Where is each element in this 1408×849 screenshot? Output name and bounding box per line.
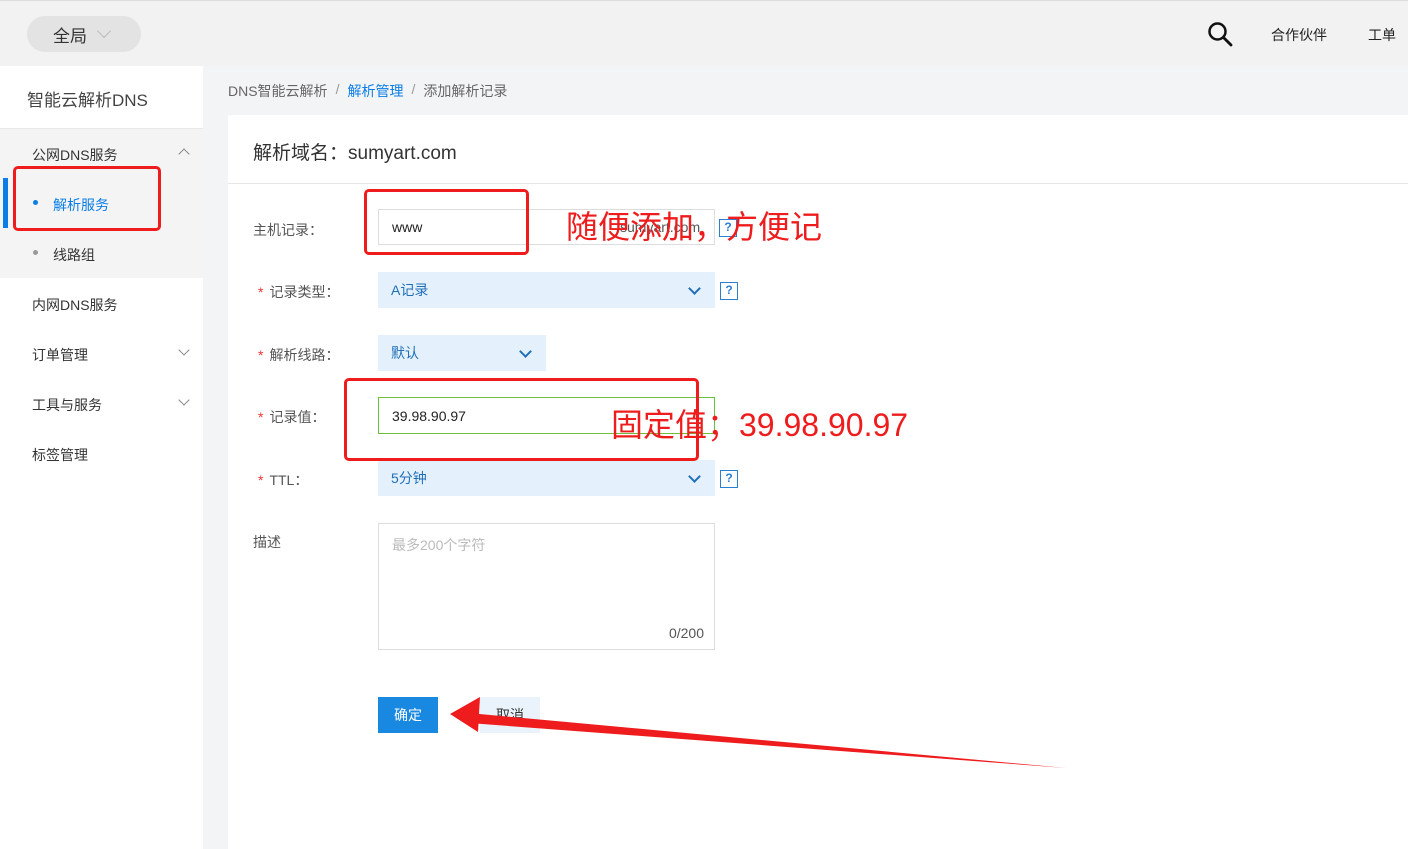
arrow-shaft xyxy=(458,706,1066,768)
annotation-arrow xyxy=(450,697,1066,768)
arrow-head xyxy=(450,697,480,732)
